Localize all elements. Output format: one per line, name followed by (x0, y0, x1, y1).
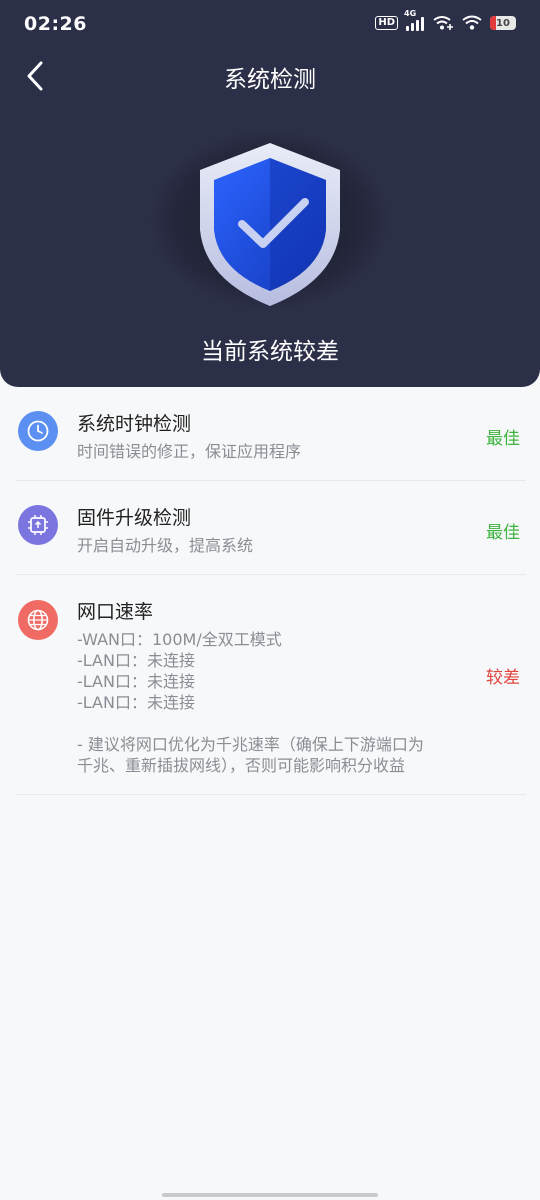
page-title: 系统检测 (224, 67, 316, 93)
battery-icon: 10 (490, 16, 516, 30)
status-badge: 较差 (486, 668, 520, 688)
chip-icon (18, 505, 58, 545)
port-line: -LAN口：未连接 (77, 693, 195, 712)
hd-icon: HD (375, 16, 398, 30)
shield-check-icon (150, 130, 390, 310)
advice-line: - 建议将网口优化为千兆速率（确保上下游端口为 (77, 735, 424, 754)
cell-signal-icon: 4G (404, 9, 424, 31)
wifi-hotspot-icon (433, 16, 453, 30)
status-badge: 最佳 (486, 523, 520, 543)
home-indicator[interactable] (162, 1193, 378, 1197)
port-line: -LAN口：未连接 (77, 672, 195, 691)
check-list: 系统时钟检测 时间错误的修正，保证应用程序 最佳 固件升级检测 开启自动升级，提… (16, 387, 526, 795)
list-item-network-port[interactable]: 网口速率 -WAN口：100M/全双工模式 -LAN口：未连接 -LAN口：未连… (16, 575, 526, 795)
wifi-icon (462, 15, 482, 30)
advice-line: 千兆、重新插拔网线），否则可能影响积分收益 (77, 756, 406, 775)
status-badge: 最佳 (486, 429, 520, 449)
system-status-text: 当前系统较差 (201, 339, 339, 365)
item-name: 固件升级检测 (77, 507, 192, 529)
network-type-label: 4G (404, 9, 417, 18)
port-line: -LAN口：未连接 (77, 651, 195, 670)
list-item-clock[interactable]: 系统时钟检测 时间错误的修正，保证应用程序 最佳 (16, 387, 526, 481)
item-desc: 开启自动升级，提高系统 (77, 536, 254, 555)
status-bar: 02:26 HD 4G 10 (0, 0, 540, 50)
item-name: 系统时钟检测 (77, 413, 192, 435)
item-name: 网口速率 (77, 601, 154, 623)
clock-icon (18, 411, 58, 451)
status-time: 02:26 (24, 13, 87, 35)
status-icons: HD 4G 10 (375, 9, 516, 31)
globe-icon (18, 600, 58, 640)
port-line: -WAN口：100M/全双工模式 (77, 630, 282, 649)
list-item-firmware[interactable]: 固件升级检测 开启自动升级，提高系统 最佳 (16, 481, 526, 575)
item-desc: 时间错误的修正，保证应用程序 (77, 442, 302, 461)
header: 02:26 HD 4G 10 系统检测 当前系统较差 (0, 0, 540, 387)
